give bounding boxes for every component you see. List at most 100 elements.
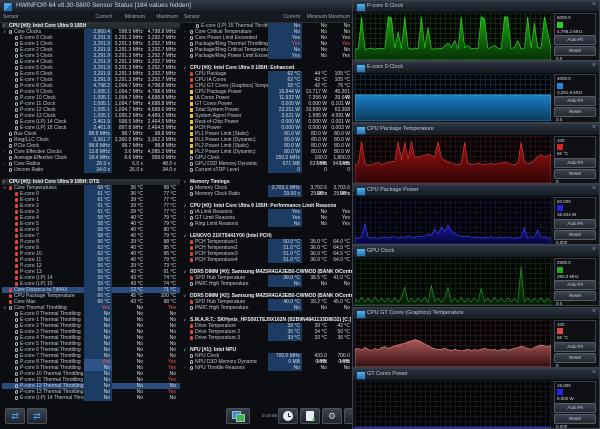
reset-button[interactable]: Reset	[554, 46, 596, 56]
graph-plot-area[interactable]	[355, 135, 551, 183]
clock-icon	[15, 60, 19, 64]
reset-button[interactable]: Reset	[554, 107, 596, 118]
chevron-down-icon[interactable]: ∨	[183, 65, 186, 71]
graph-title: CPU Package Power	[367, 186, 419, 193]
auto-fit-button[interactable]: Auto Fit	[554, 35, 596, 45]
reset-button[interactable]: Reset	[554, 413, 596, 424]
clock-icon	[15, 378, 19, 382]
auto-fit-button[interactable]: Auto Fit	[554, 341, 596, 352]
graph-plot-area[interactable]	[355, 380, 551, 428]
value-minimum: 26.0 x	[129, 167, 143, 173]
settings-button[interactable]: ⚙	[322, 408, 342, 424]
graph-plot-area[interactable]	[355, 196, 551, 244]
graph-scale-min: 0.0	[556, 56, 563, 61]
reset-button[interactable]: Reset	[554, 291, 596, 302]
auto-fit-button[interactable]: Auto Fit	[554, 96, 596, 107]
sensor-label: Ring Limit Reasons	[195, 221, 239, 227]
clock-icon	[15, 342, 19, 346]
clock-icon	[15, 360, 19, 364]
graph-sidebar: 4000.0 3,291.9 MHz Auto Fit Reset 0.0	[553, 74, 599, 123]
clock-icon	[190, 54, 194, 58]
hwinfo-sensor-status-screen: HWiNFO® 64 v8.30-5800 Sensor Status [184…	[0, 0, 600, 429]
value-current: 34.0 x	[84, 167, 112, 174]
value-current: 0	[268, 167, 302, 174]
graph-titlebar[interactable]: CPU Package Power ×	[353, 184, 599, 197]
clock-icon	[15, 108, 19, 112]
graph-titlebar[interactable]: CPU Package Temperature ×	[353, 123, 599, 136]
thermometer-icon	[15, 216, 18, 220]
close-icon[interactable]: ×	[592, 1, 596, 8]
reset-button[interactable]: Reset	[554, 352, 596, 363]
chevron-right-icon[interactable]: ›	[184, 221, 186, 227]
value-maximum: Yes	[341, 53, 350, 59]
sensor-row[interactable]: E-core (LP) 14 Thermal Throttling No No No	[2, 395, 180, 402]
auto-fit-button[interactable]: Auto Fit	[554, 280, 596, 291]
graph-value-box: 5000.0 4,798.2 MHz	[554, 13, 596, 36]
close-icon[interactable]: ×	[592, 62, 596, 69]
clock-button[interactable]	[278, 408, 298, 424]
close-icon[interactable]: ×	[592, 369, 596, 376]
clock-icon	[15, 366, 19, 370]
chevron-down-icon[interactable]: ∨	[183, 179, 186, 185]
value-minimum: 33 °C	[314, 335, 327, 341]
graph-titlebar[interactable]: GT Cores Power ×	[353, 368, 599, 381]
close-icon[interactable]: ×	[592, 246, 596, 253]
graph-titlebar[interactable]: P-core 8 Clock ×	[353, 1, 599, 13]
graph-plot-area[interactable]	[355, 258, 551, 306]
chevron-right-icon[interactable]: ›	[184, 35, 186, 41]
graph-titlebar[interactable]: E-core 0 Clock ×	[353, 62, 599, 75]
reset-button[interactable]: Reset	[554, 229, 596, 240]
monitor-icon	[356, 64, 366, 74]
close-icon[interactable]: ×	[592, 185, 596, 192]
sensor-label: Memory Clock Ratio	[195, 191, 241, 197]
value-maximum: Yes	[341, 221, 350, 227]
graph-titlebar[interactable]: CPU GT Cores (Graphics) Temperature ×	[353, 307, 599, 320]
reorder-right-button[interactable]: ⇄	[27, 408, 47, 424]
report-button[interactable]	[300, 408, 320, 424]
auto-fit-button[interactable]: Auto Fit	[554, 402, 596, 413]
value-current: No	[268, 281, 302, 288]
monitor-icon	[356, 248, 366, 258]
thermometer-icon	[190, 78, 193, 82]
graph-plot-area[interactable]	[355, 319, 551, 367]
chevron-down-icon[interactable]: ∨	[183, 317, 186, 323]
chevron-down-icon[interactable]: ∨	[183, 293, 186, 299]
chevron-down-icon[interactable]: ∨	[183, 233, 186, 239]
auto-fit-button[interactable]: Auto Fit	[554, 218, 596, 229]
monitor-icon	[356, 186, 366, 196]
reset-button[interactable]: Reset	[554, 168, 596, 179]
power-icon	[190, 150, 193, 154]
value-maximum: 34.0 x	[162, 167, 176, 173]
reorder-left-button[interactable]: ⇄	[5, 408, 25, 424]
sensor-row[interactable]: Uncore Ratio 34.0 x 26.0 x 34.0 x	[2, 167, 180, 174]
graph-plot-area[interactable]	[355, 13, 551, 60]
thermometer-icon	[190, 276, 193, 280]
power-icon	[190, 132, 193, 136]
clock-icon	[15, 78, 19, 82]
chevron-right-icon[interactable]: ›	[184, 365, 186, 371]
thermometer-icon	[15, 276, 18, 280]
clock-icon	[190, 36, 194, 40]
clock-icon	[190, 48, 194, 52]
graph-panel: GT Cores Power × 15.000 0.000 W Auto Fit Rese…	[352, 367, 600, 429]
clock-icon	[190, 30, 194, 34]
chevron-down-icon[interactable]: ∨	[183, 347, 186, 353]
chevron-down-icon[interactable]: ∨	[183, 269, 186, 275]
clock-icon	[9, 144, 13, 148]
graph-scale-min: 0.0	[556, 117, 563, 123]
thermometer-icon	[15, 222, 18, 226]
close-icon[interactable]: ×	[592, 308, 596, 315]
graph-scale-max: 2500.0	[557, 260, 571, 266]
power-icon	[190, 102, 193, 106]
thermometer-icon	[190, 324, 193, 328]
graph-scale-min: 0.0	[556, 301, 563, 307]
legend-color-swatch	[557, 328, 563, 334]
auto-fit-button[interactable]: Auto Fit	[554, 157, 596, 168]
graph-plot-area[interactable]	[355, 74, 551, 122]
sensor-label: PCH Temperature4	[195, 257, 238, 263]
close-icon[interactable]: ×	[592, 124, 596, 131]
graph-titlebar[interactable]: GPU Clock ×	[353, 246, 599, 259]
value-maximum: 0	[347, 167, 350, 173]
thermometer-icon	[15, 228, 18, 232]
monitors-button[interactable]	[226, 408, 250, 424]
